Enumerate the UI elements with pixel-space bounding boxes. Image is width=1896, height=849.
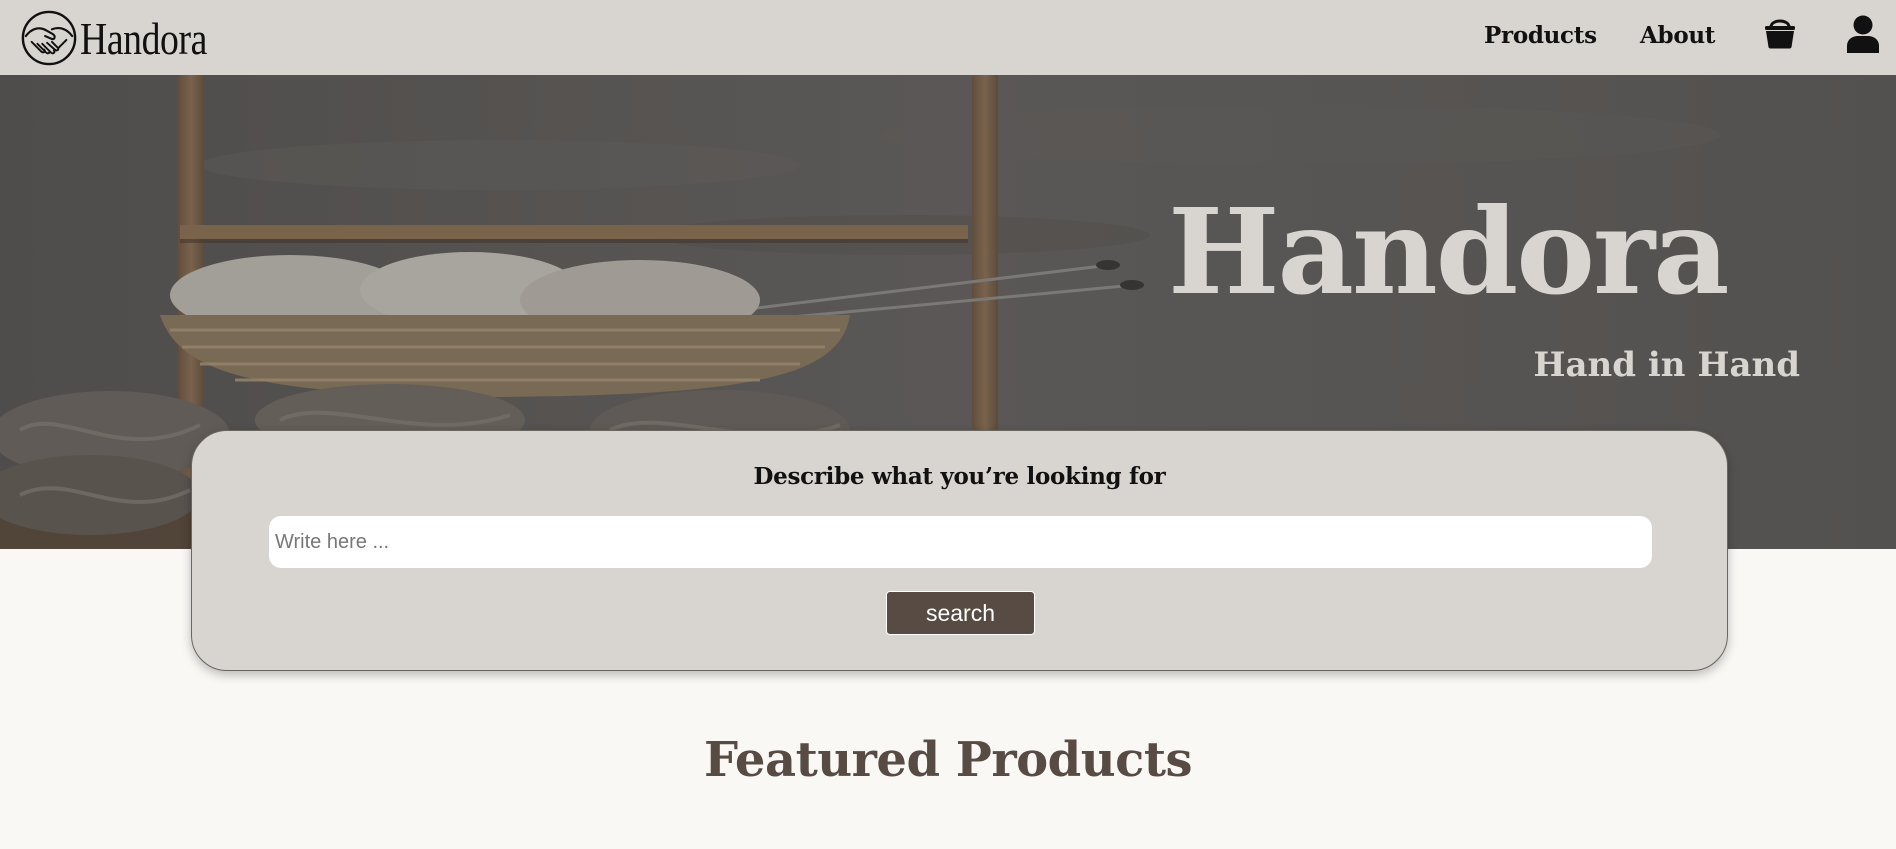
navbar: Handora Products About (0, 0, 1896, 75)
search-label: Describe what you’re looking for (753, 463, 1166, 490)
handshake-icon (21, 10, 77, 66)
hero-subtitle: Hand in Hand (1533, 345, 1800, 385)
search-button[interactable]: search (886, 591, 1035, 635)
nav-about-link[interactable]: About (1640, 22, 1715, 49)
brand-name: Handora (80, 12, 207, 64)
featured-products-heading: Featured Products (703, 732, 1193, 788)
search-card: Describe what you’re looking for search (191, 430, 1728, 671)
basket-icon[interactable] (1764, 15, 1796, 49)
brand-logo[interactable]: Handora (20, 8, 235, 68)
user-icon[interactable] (1846, 15, 1880, 53)
hero-title: Handora (1168, 182, 1730, 321)
nav-products-link[interactable]: Products (1484, 22, 1597, 49)
search-input[interactable] (269, 516, 1652, 568)
